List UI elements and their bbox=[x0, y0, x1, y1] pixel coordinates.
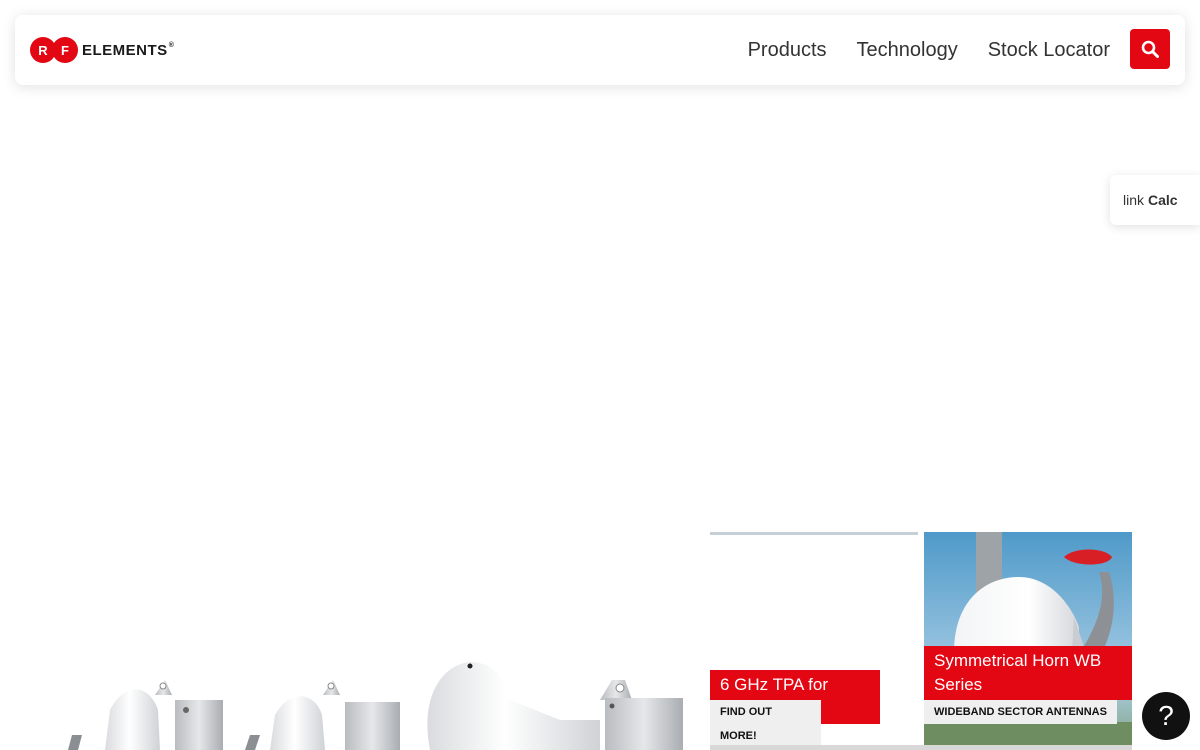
cards-bottom-strip bbox=[710, 745, 1132, 750]
promo-card-symmetrical-horn[interactable]: Symmetrical Horn WB Series WIDEBAND SECT… bbox=[924, 532, 1132, 750]
antenna-3 bbox=[427, 662, 683, 750]
nav-stock-locator[interactable]: Stock Locator bbox=[988, 39, 1110, 62]
link-calc-prefix: link bbox=[1123, 192, 1145, 208]
logo-f-mark: F bbox=[52, 37, 78, 63]
question-icon: ? bbox=[1158, 700, 1174, 731]
logo-registered: ® bbox=[168, 41, 175, 49]
logo-wordmark-text: ELEMENTS bbox=[82, 41, 168, 59]
card-image-placeholder bbox=[710, 532, 918, 535]
nav-products[interactable]: Products bbox=[748, 39, 827, 62]
card-subtitle: FIND OUT MORE! bbox=[710, 700, 821, 748]
logo-wordmark: ELEMENTS® bbox=[82, 42, 174, 59]
link-calc-bold: Calc bbox=[1148, 192, 1178, 208]
page: R F ELEMENTS® Products Technology Stock … bbox=[0, 0, 1200, 750]
card-title: Symmetrical Horn WB Series bbox=[924, 646, 1132, 700]
promo-card-tpa[interactable]: 6 GHz TPA for ePMP FIND OUT MORE! bbox=[710, 532, 918, 750]
nav-technology[interactable]: Technology bbox=[857, 39, 958, 62]
hero-antennas-image bbox=[68, 662, 683, 750]
main-nav: Products Technology Stock Locator bbox=[718, 15, 1110, 85]
rf-elements-logo[interactable]: R F ELEMENTS® bbox=[30, 37, 174, 63]
link-calc-tab[interactable]: link Calc bbox=[1110, 175, 1200, 225]
card-subtitle: WIDEBAND SECTOR ANTENNAS bbox=[924, 700, 1117, 724]
search-button[interactable] bbox=[1130, 29, 1170, 69]
antenna-1 bbox=[68, 680, 223, 750]
help-button[interactable]: ? bbox=[1142, 692, 1190, 740]
antenna-2 bbox=[245, 680, 400, 750]
site-header: R F ELEMENTS® Products Technology Stock … bbox=[15, 15, 1185, 85]
search-icon bbox=[1141, 40, 1159, 58]
